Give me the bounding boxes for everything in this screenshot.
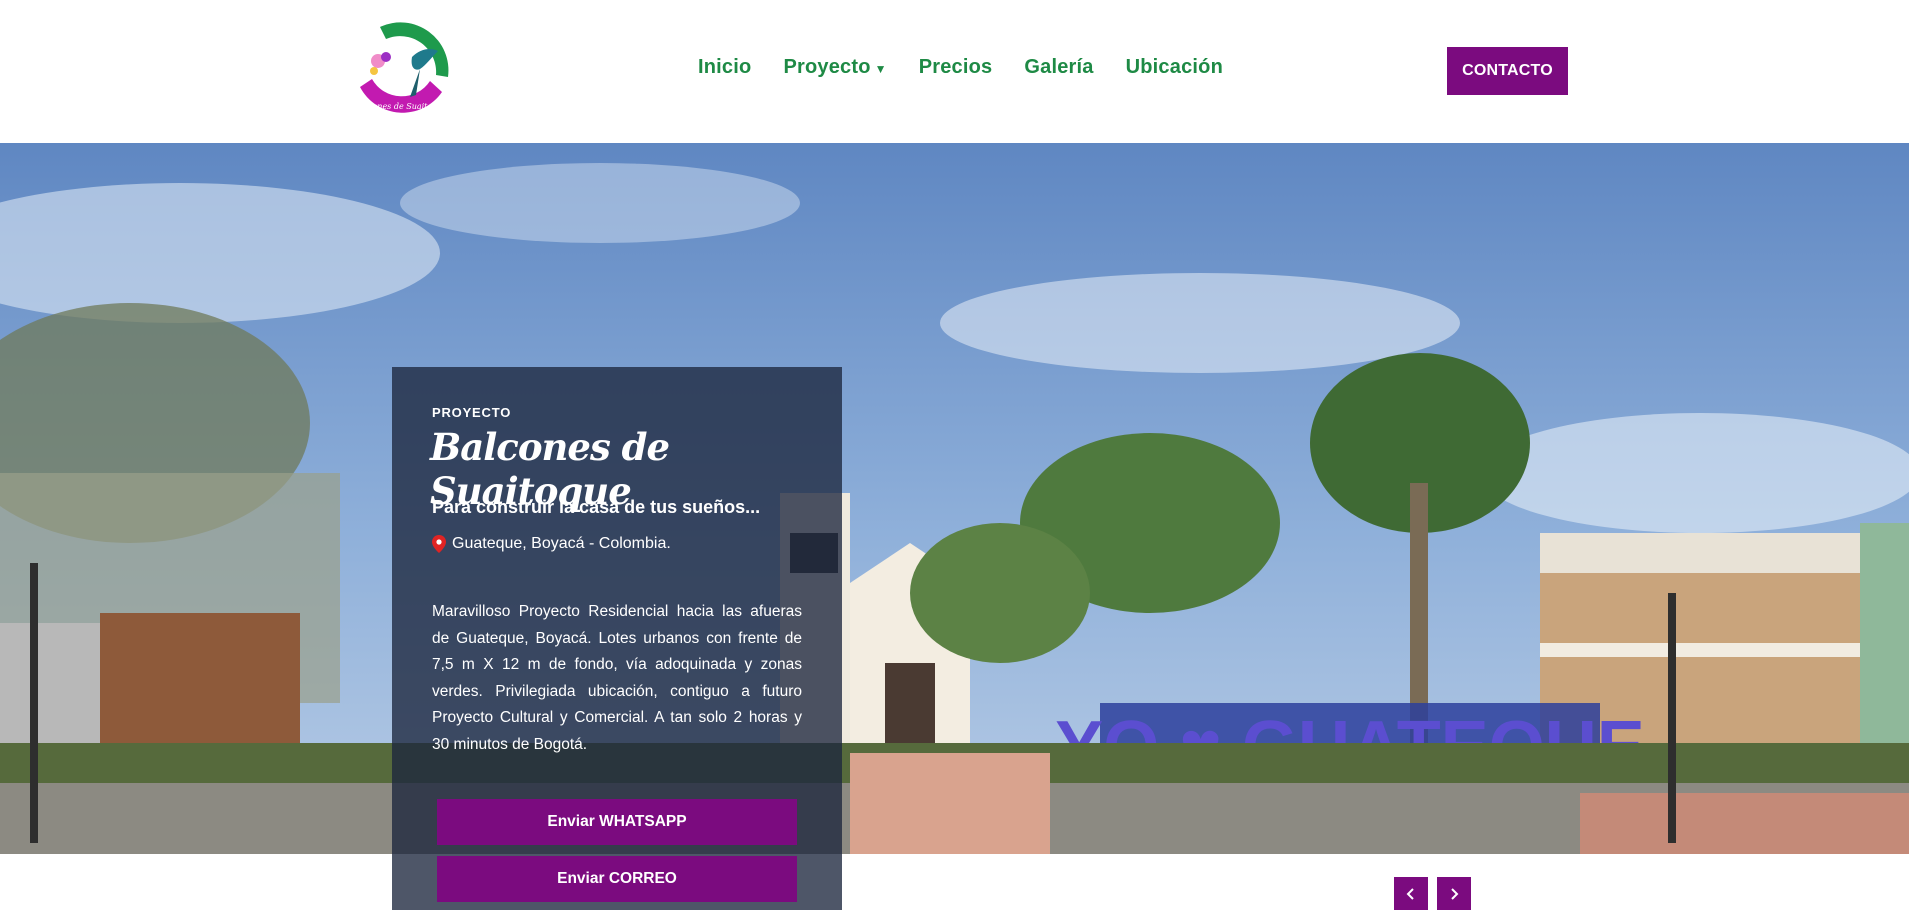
- hero-slider: YO ♥ GUATEQUE: [0, 143, 1909, 854]
- chevron-right-icon: [1451, 887, 1459, 900]
- nav-inicio[interactable]: Inicio: [698, 56, 751, 79]
- slider-prev-button[interactable]: [1394, 877, 1428, 910]
- hero-background-image: YO ♥ GUATEQUE: [0, 143, 1909, 854]
- logo[interactable]: Balcones de Suaitoque: [350, 17, 453, 120]
- nav-galeria[interactable]: Galería: [1024, 56, 1093, 79]
- contact-button[interactable]: CONTACTO: [1447, 47, 1568, 95]
- nav-precios[interactable]: Precios: [919, 56, 993, 79]
- caret-down-icon: ▼: [874, 62, 887, 76]
- nav-proyecto[interactable]: Proyecto ▼: [783, 56, 886, 79]
- slider-next-button[interactable]: [1437, 877, 1471, 910]
- whatsapp-button[interactable]: Enviar WHATSAPP: [437, 799, 797, 845]
- chevron-left-icon: [1406, 887, 1414, 900]
- card-subtitle: Para construir la casa de tus sueños...: [432, 497, 761, 517]
- site-header: Balcones de Suaitoque Inicio Proyecto ▼ …: [0, 0, 1909, 143]
- project-card: PROYECTO Balcones de Suaitoque Para cons…: [392, 367, 842, 910]
- map-pin-icon: [432, 535, 446, 553]
- card-description: Maravilloso Proyecto Residencial hacia l…: [432, 603, 802, 753]
- nav-ubicacion[interactable]: Ubicación: [1126, 56, 1223, 79]
- email-button[interactable]: Enviar CORREO: [437, 856, 797, 902]
- card-eyebrow: PROYECTO: [432, 405, 512, 420]
- main-nav: Inicio Proyecto ▼ Precios Galería Ubicac…: [698, 56, 1223, 79]
- card-location: Guateque, Boyacá - Colombia.: [432, 535, 671, 553]
- svg-text:Balcones de Suaitoque: Balcones de Suaitoque: [354, 102, 448, 111]
- location-text: Guateque, Boyacá - Colombia.: [452, 535, 671, 552]
